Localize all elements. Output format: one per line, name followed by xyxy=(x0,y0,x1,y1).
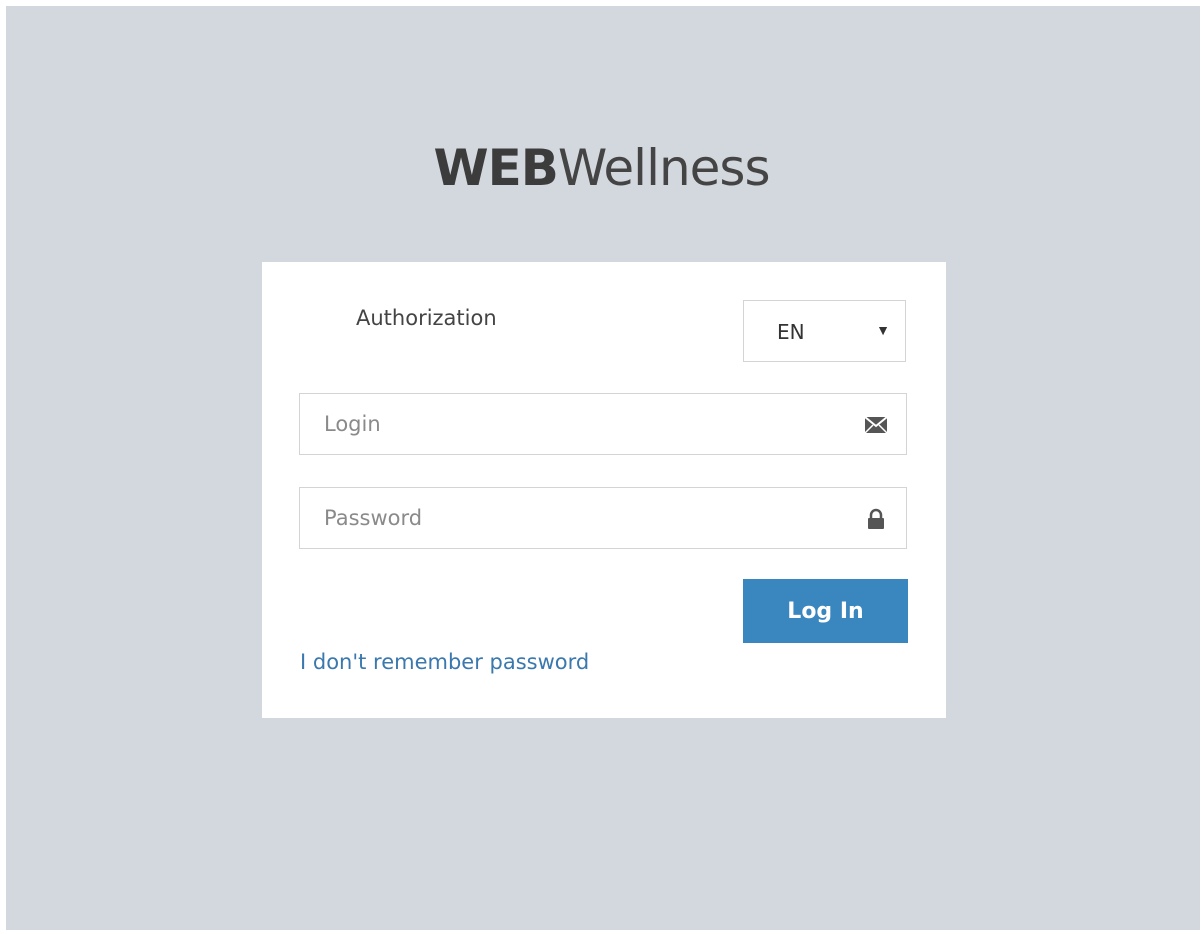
chevron-down-icon: ▼ xyxy=(876,322,890,338)
log-in-button[interactable]: Log In xyxy=(743,579,908,643)
login-input[interactable] xyxy=(300,394,840,454)
password-field xyxy=(299,487,907,549)
logo-bold-part: WEB xyxy=(433,139,558,197)
language-selected-value: EN xyxy=(777,320,805,344)
language-select[interactable]: EN ▼ xyxy=(743,300,906,362)
authorization-card: Authorization EN ▼ Log In I don't rememb… xyxy=(262,262,946,718)
card-title: Authorization xyxy=(356,306,497,330)
logo-light-part: Wellness xyxy=(557,139,771,197)
password-input[interactable] xyxy=(300,488,840,548)
lock-icon xyxy=(864,508,888,530)
app-logo: WEBWellness xyxy=(0,138,1203,198)
forgot-password-link[interactable]: I don't remember password xyxy=(300,650,589,674)
login-field xyxy=(299,393,907,455)
envelope-icon xyxy=(864,414,888,436)
